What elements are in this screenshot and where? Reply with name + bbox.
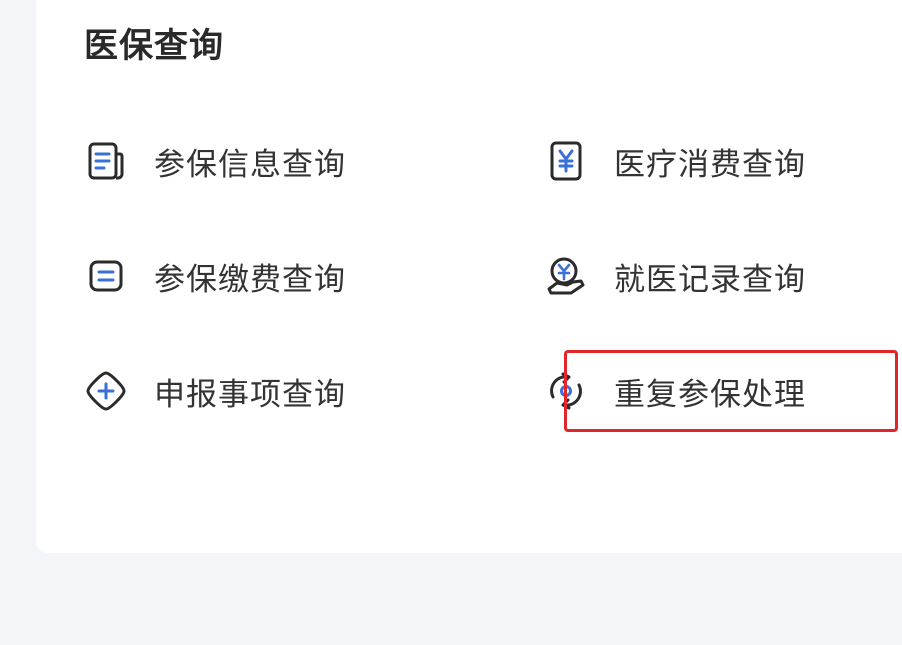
menu-item-declaration-query[interactable]: 申报事项查询 (84, 361, 346, 421)
plus-diamond-icon (84, 369, 128, 413)
section-title: 医保查询 (84, 26, 224, 66)
menu-item-duplicate-insurance-handling[interactable]: 重复参保处理 (544, 361, 806, 421)
yuan-hand-icon (544, 254, 588, 298)
menu-item-insurance-payment-query[interactable]: 参保缴费查询 (84, 246, 346, 306)
payment-record-icon (84, 254, 128, 298)
document-list-icon (84, 139, 128, 183)
menu-item-medical-expense-query[interactable]: 医疗消费查询 (544, 131, 806, 191)
menu-item-label: 参保信息查询 (154, 146, 346, 183)
menu-item-label: 就医记录查询 (614, 261, 806, 298)
menu-item-label: 参保缴费查询 (154, 261, 346, 298)
menu-item-label: 医疗消费查询 (614, 146, 806, 183)
menu-item-label: 重复参保处理 (614, 376, 806, 413)
refresh-cycle-icon (544, 369, 588, 413)
menu-item-medical-visit-record-query[interactable]: 就医记录查询 (544, 246, 806, 306)
yuan-receipt-icon (544, 139, 588, 183)
menu-item-insurance-info-query[interactable]: 参保信息查询 (84, 131, 346, 191)
menu-item-label: 申报事项查询 (154, 376, 346, 413)
medical-insurance-query-card: 医保查询 参保信息查询 医疗消费查询 参保缴费查询 就医记录查询 申报事项查询 … (36, 0, 902, 553)
